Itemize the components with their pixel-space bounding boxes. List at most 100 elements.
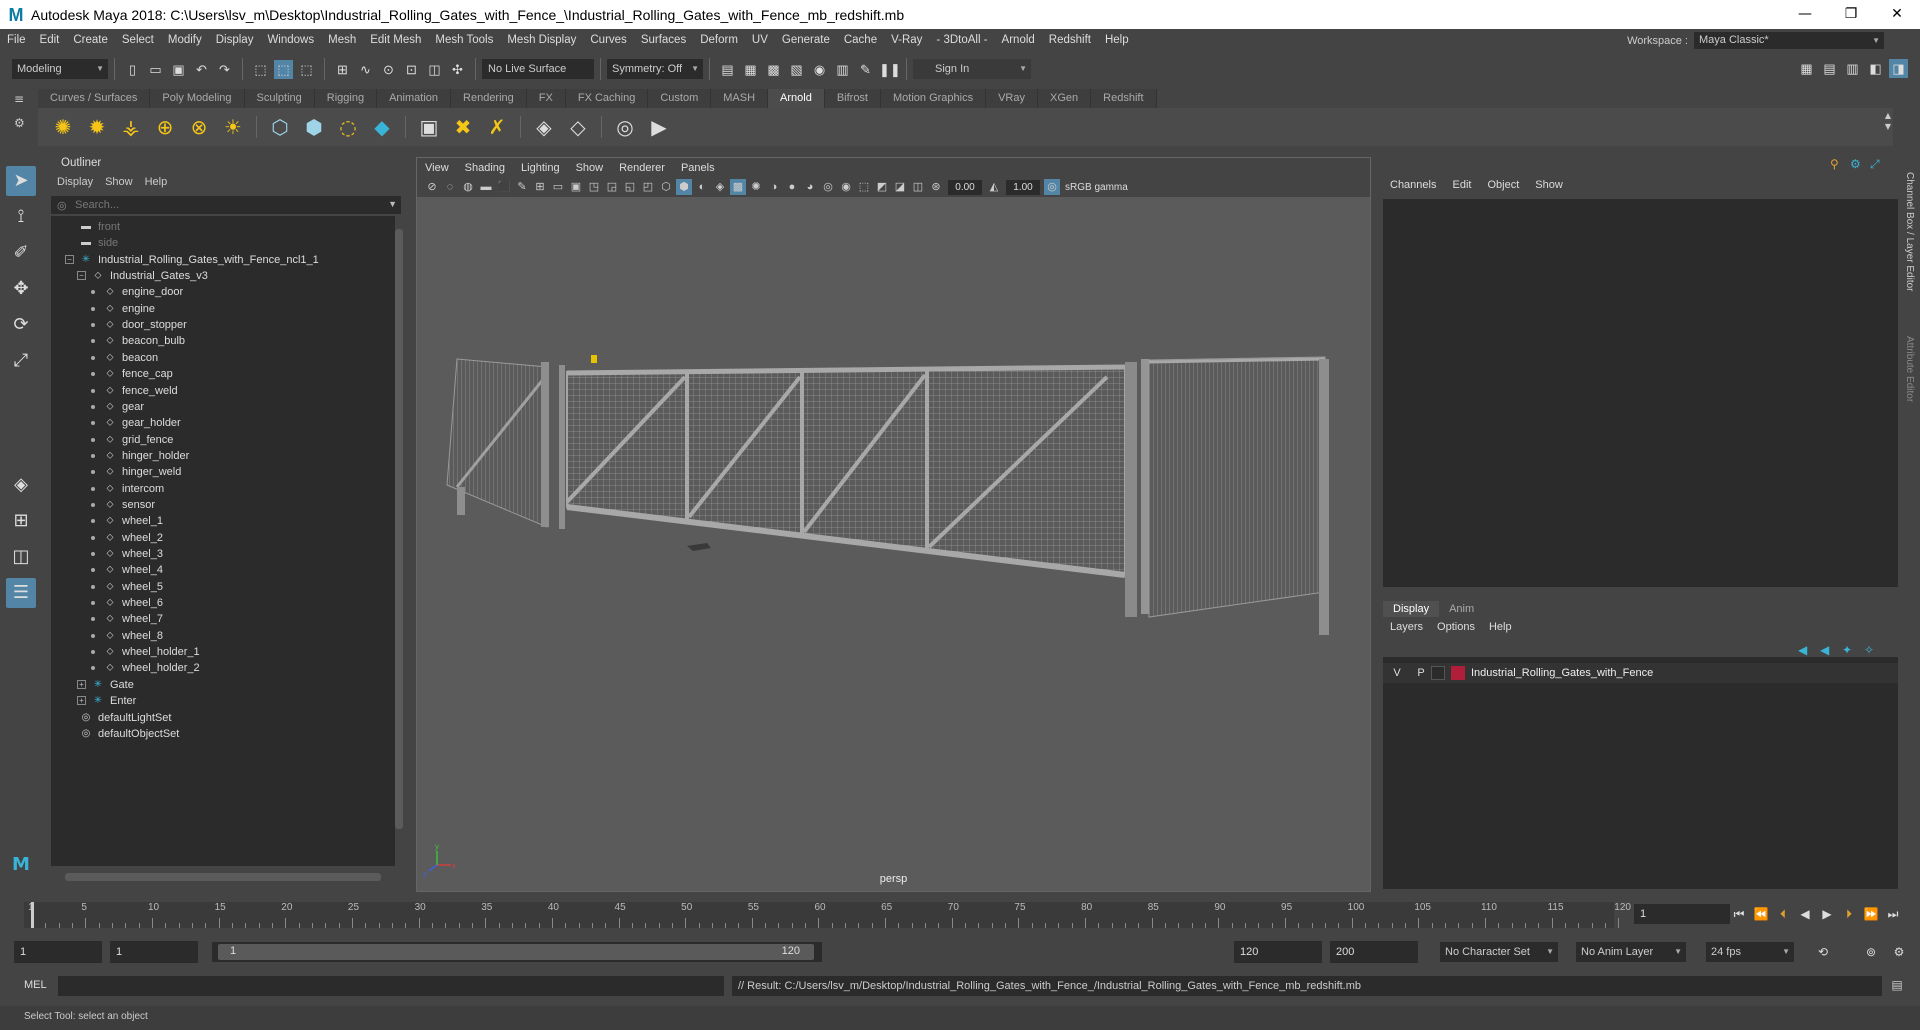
- menu-cache[interactable]: Cache: [837, 34, 884, 46]
- step-forward-key-icon[interactable]: ⏩: [1861, 904, 1881, 924]
- gate-mask-icon[interactable]: ◳: [586, 179, 602, 195]
- menu-select[interactable]: Select: [115, 34, 161, 46]
- sign-in-button[interactable]: Sign In: [913, 59, 1031, 79]
- shelf-tab-arnold[interactable]: Arnold: [768, 89, 825, 108]
- render-settings-icon[interactable]: ▧: [787, 60, 806, 79]
- safe-title-icon[interactable]: ◰: [640, 179, 656, 195]
- outliner-vertical-scrollbar[interactable]: [395, 229, 403, 829]
- shelf-tab-fx-caching[interactable]: FX Caching: [565, 89, 649, 108]
- anim-layer-dropdown[interactable]: No Anim Layer: [1576, 942, 1686, 962]
- viewport-menu-panels[interactable]: Panels: [673, 162, 723, 174]
- playback-end-field[interactable]: 120: [1234, 941, 1322, 963]
- exposure-field[interactable]: 0.00: [948, 179, 982, 195]
- new-scene-icon[interactable]: ▯: [123, 60, 142, 79]
- channel-box-lock-icon[interactable]: ⚲: [1830, 157, 1850, 172]
- isolate-select-icon[interactable]: ⬚: [856, 179, 872, 195]
- menu-file[interactable]: File: [0, 34, 33, 46]
- outliner-horizontal-scrollbar[interactable]: [51, 872, 391, 882]
- script-language-label[interactable]: MEL: [24, 979, 47, 991]
- menu-arnold[interactable]: Arnold: [995, 34, 1042, 46]
- snap-view-icon[interactable]: ⊡: [402, 60, 421, 79]
- procedural-icon[interactable]: ◆: [368, 113, 396, 141]
- shelf-tab-poly-modeling[interactable]: Poly Modeling: [150, 89, 245, 108]
- channel-menu-channels[interactable]: Channels: [1390, 179, 1436, 191]
- redo-icon[interactable]: ↷: [215, 60, 234, 79]
- shadows-icon[interactable]: ◑: [766, 179, 782, 195]
- shelf-tab-vray[interactable]: VRay: [986, 89, 1038, 108]
- gamma-field[interactable]: 1.00: [1006, 179, 1040, 195]
- range-bar[interactable]: 1 120: [212, 942, 822, 962]
- smooth-shade-icon[interactable]: ⬢: [676, 179, 692, 195]
- shelf-tab-rendering[interactable]: Rendering: [451, 89, 527, 108]
- screen-space-ao-icon[interactable]: ●: [784, 179, 800, 195]
- new-empty-layer-icon[interactable]: ✦: [1842, 643, 1864, 657]
- mesh-light-icon[interactable]: ⚶: [117, 113, 145, 141]
- modeling-toolkit-icon[interactable]: ▦: [1797, 59, 1816, 78]
- live-surface-field[interactable]: No Live Surface: [482, 59, 594, 79]
- layer-display-type[interactable]: [1431, 666, 1445, 680]
- select-tool-icon[interactable]: ➤: [6, 166, 36, 196]
- layer-menu-help[interactable]: Help: [1489, 621, 1512, 633]
- default-material-icon[interactable]: ◐: [694, 179, 710, 195]
- step-forward-frame-icon[interactable]: ⏵: [1839, 904, 1859, 924]
- resolution-gate-icon[interactable]: ▣: [568, 179, 584, 195]
- menu-3dtoall[interactable]: - 3DtoAll -: [929, 34, 994, 46]
- command-input[interactable]: [58, 976, 724, 996]
- shelf-settings-icon[interactable]: ⚙: [14, 116, 34, 130]
- layer-editor-toggle-icon[interactable]: ◨: [1889, 59, 1908, 78]
- menu-uv[interactable]: UV: [745, 34, 775, 46]
- menu-mesh-display[interactable]: Mesh Display: [500, 34, 583, 46]
- shelf-tab-mash[interactable]: MASH: [711, 89, 769, 108]
- play-forwards-icon[interactable]: ▶: [1817, 904, 1837, 924]
- close-button[interactable]: ✕: [1874, 0, 1920, 29]
- photometric-light-icon[interactable]: ⊕: [151, 113, 179, 141]
- gamma-icon[interactable]: ◭: [986, 179, 1002, 195]
- menu-windows[interactable]: Windows: [260, 34, 321, 46]
- flush-caches-icon[interactable]: ✗: [483, 113, 511, 141]
- layer-color-swatch[interactable]: [1451, 666, 1465, 680]
- time-slider-track[interactable]: 1510152025303540455055606570758085909510…: [24, 902, 1631, 928]
- current-time-marker[interactable]: [31, 902, 34, 928]
- search-options-icon[interactable]: ▼: [388, 199, 397, 209]
- light-portal-icon[interactable]: ⊗: [185, 113, 213, 141]
- select-hierarchy-icon[interactable]: ⬚: [251, 60, 270, 79]
- snap-point-icon[interactable]: ⊙: [379, 60, 398, 79]
- move-tool-icon[interactable]: ✥: [6, 274, 36, 304]
- layer-menu-options[interactable]: Options: [1437, 621, 1475, 633]
- channel-menu-edit[interactable]: Edit: [1452, 179, 1471, 191]
- snap-curve-icon[interactable]: ∿: [356, 60, 375, 79]
- lasso-tool-icon[interactable]: ⟟: [6, 202, 36, 232]
- save-scene-icon[interactable]: ▣: [169, 60, 188, 79]
- hypershade-icon[interactable]: ◉: [810, 60, 829, 79]
- safe-action-icon[interactable]: ◱: [622, 179, 638, 195]
- render-setup-icon[interactable]: ▥: [833, 60, 852, 79]
- camera-select-icon[interactable]: ⊘: [424, 179, 440, 195]
- auto-key-icon[interactable]: ⊚: [1861, 942, 1881, 962]
- open-scene-icon[interactable]: ▭: [146, 60, 165, 79]
- color-space-label[interactable]: sRGB gamma: [1065, 182, 1128, 193]
- character-set-dropdown[interactable]: No Character Set: [1440, 942, 1558, 962]
- range-handle[interactable]: 1 120: [218, 944, 814, 960]
- rotate-tool-icon[interactable]: ⟳: [6, 310, 36, 340]
- shelf-tab-redshift[interactable]: Redshift: [1091, 89, 1157, 108]
- channel-box-toggle-icon[interactable]: ◧: [1866, 59, 1885, 78]
- minimize-button[interactable]: —: [1782, 0, 1828, 29]
- step-back-key-icon[interactable]: ⏪: [1751, 904, 1771, 924]
- layer-menu-layers[interactable]: Layers: [1390, 621, 1423, 633]
- go-to-start-icon[interactable]: ⏮: [1729, 904, 1749, 924]
- skydome-light-icon[interactable]: ✺: [49, 113, 77, 141]
- render-view-icon[interactable]: ▤: [718, 60, 737, 79]
- layer-tab-anim[interactable]: Anim: [1439, 601, 1484, 617]
- expand-icon[interactable]: +: [77, 679, 86, 689]
- workspace-dropdown[interactable]: Maya Classic*: [1694, 32, 1884, 49]
- viewport-menu-shading[interactable]: Shading: [457, 162, 513, 174]
- snap-surface-icon[interactable]: ◫: [425, 60, 444, 79]
- symmetry-dropdown[interactable]: Symmetry: Off: [607, 59, 703, 79]
- loop-icon[interactable]: ⟲: [1813, 942, 1833, 962]
- layer-tab-display[interactable]: Display: [1383, 601, 1440, 617]
- menu-mesh[interactable]: Mesh: [321, 34, 363, 46]
- outliner-menu-display[interactable]: Display: [57, 176, 93, 188]
- go-to-end-icon[interactable]: ⏭: [1883, 904, 1903, 924]
- xray-icon[interactable]: ◩: [874, 179, 890, 195]
- expand-icon[interactable]: +: [77, 696, 86, 706]
